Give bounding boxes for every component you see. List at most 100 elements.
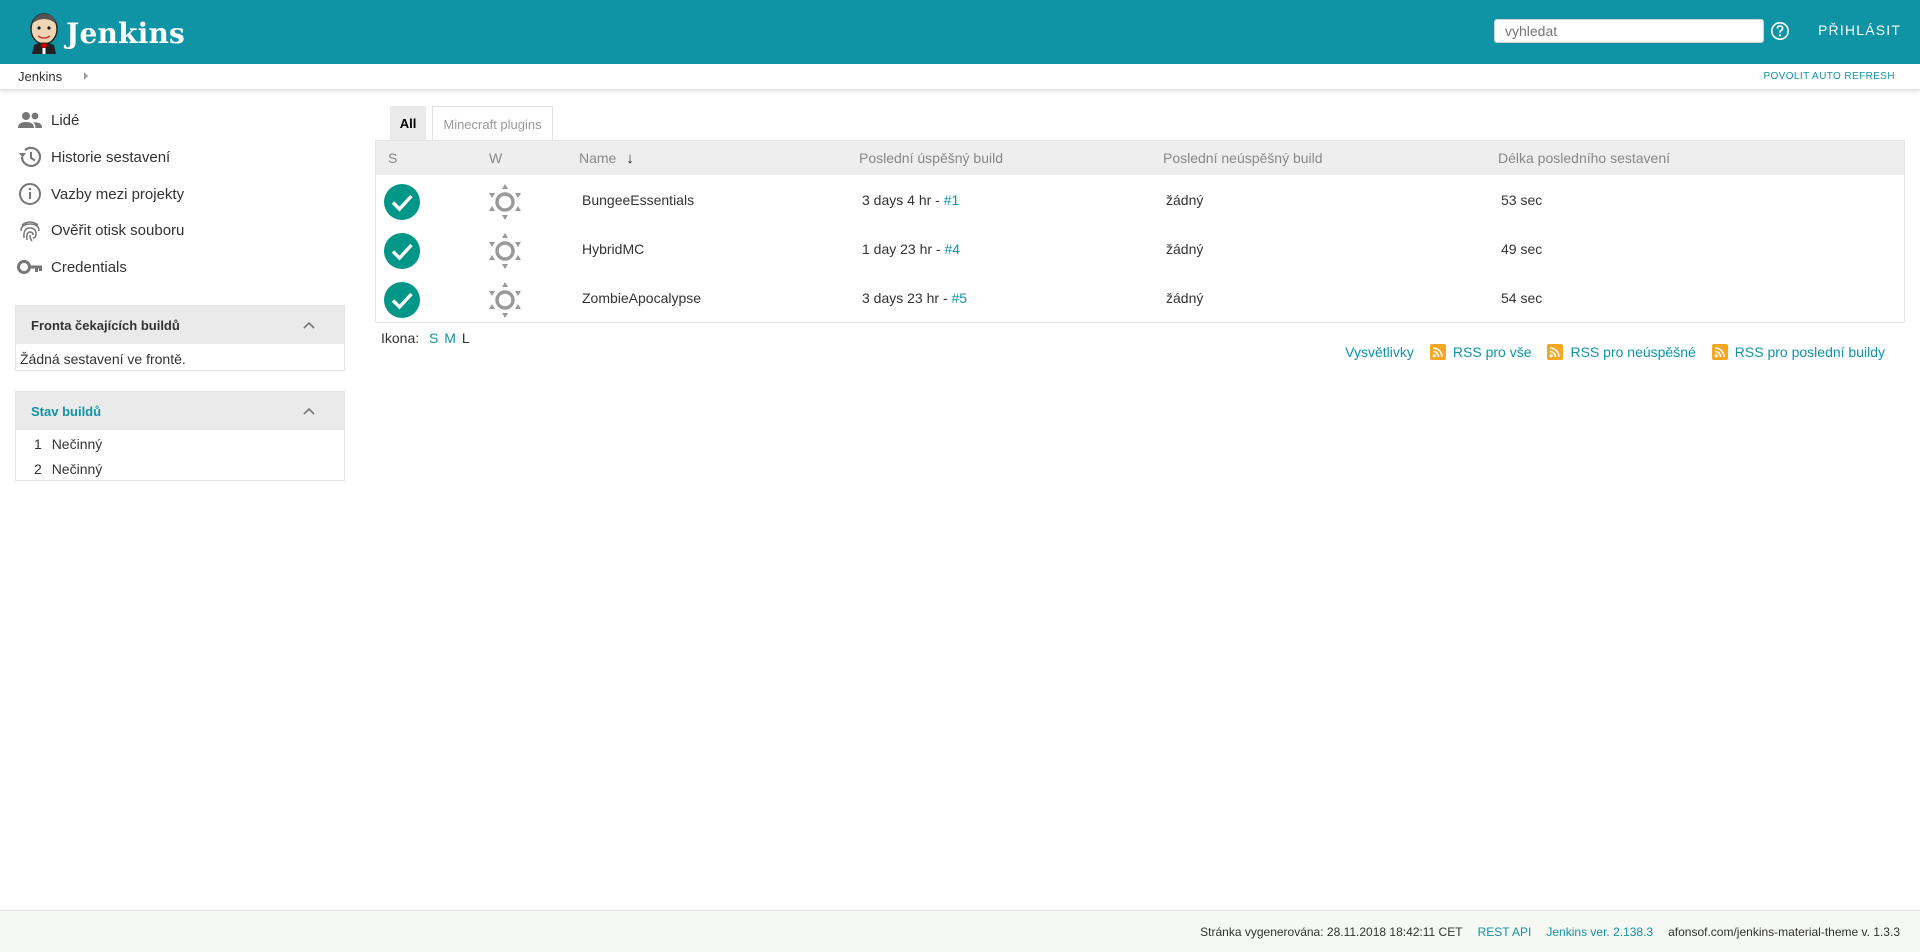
last-duration-cell: 49 sec xyxy=(1501,241,1543,257)
breadcrumb-arrow-icon[interactable] xyxy=(84,72,88,80)
icon-size-label: Ikona: xyxy=(381,330,420,346)
build-queue-header: Fronta čekajících buildů xyxy=(16,306,344,344)
jenkins-version-link[interactable]: Jenkins ver. 2.138.3 xyxy=(1546,925,1653,939)
jenkins-logo[interactable]: Jenkins xyxy=(26,12,185,54)
rss-failed-label[interactable]: RSS pro neúspěšné xyxy=(1570,344,1695,360)
breadcrumb-bar: Jenkins POVOLIT AUTO REFRESH xyxy=(0,64,1920,90)
table-header: S W Name ↓ Poslední úspěšný build Posled… xyxy=(376,141,1904,175)
info-icon xyxy=(19,183,41,205)
sunny-weather-icon xyxy=(489,184,521,220)
rss-all-link[interactable]: RSS pro vše xyxy=(1429,344,1532,360)
rest-api-link[interactable]: REST API xyxy=(1478,925,1532,939)
table-row: HybridMC 1 day 23 hr - #4 žádný 49 sec xyxy=(376,224,1904,273)
executor-status: Nečinný xyxy=(51,461,103,477)
job-name-link[interactable]: BungeeEssentials xyxy=(582,192,694,208)
brand-name: Jenkins xyxy=(66,16,185,50)
column-header-last-duration[interactable]: Délka posledního sestavení xyxy=(1498,150,1670,166)
jenkins-butler-icon xyxy=(30,13,58,54)
table-row: ZombieApocalypse 3 days 23 hr - #5 žádný… xyxy=(376,273,1904,322)
build-queue-empty: Žádná sestavení ve frontě. xyxy=(20,351,186,367)
sunny-weather-icon xyxy=(489,282,521,318)
rss-icon xyxy=(1429,344,1446,360)
task-check-fingerprint[interactable]: Ověřit otisk souboru xyxy=(16,216,184,244)
executor-row: 2 Nečinný xyxy=(16,455,344,480)
icon-size-small[interactable]: S xyxy=(429,330,438,346)
task-people[interactable]: Lidé xyxy=(16,106,79,134)
theme-credit: afonsof.com/jenkins-material-theme v. 1.… xyxy=(1668,925,1900,939)
rss-failed-link[interactable]: RSS pro neúspěšné xyxy=(1547,344,1696,360)
column-header-name[interactable]: Name ↓ xyxy=(579,150,634,167)
icon-size-selector: Ikona: S M L xyxy=(381,330,470,346)
rss-latest-label[interactable]: RSS pro poslední buildy xyxy=(1735,344,1885,360)
last-success-time: 3 days 4 hr - xyxy=(862,192,944,208)
task-label: Credentials xyxy=(51,258,127,276)
last-duration-cell: 54 sec xyxy=(1501,290,1543,306)
people-icon xyxy=(18,112,42,128)
login-link[interactable]: PŘIHLÁSIT xyxy=(1818,22,1901,38)
rss-icon xyxy=(1711,344,1728,360)
executor-list: 1 Nečinný 2 Nečinný xyxy=(16,430,344,480)
success-icon xyxy=(384,282,420,318)
build-number-link[interactable]: #1 xyxy=(944,192,960,208)
legend-link[interactable]: Vysvětlivky xyxy=(1345,344,1414,360)
footer-content: Stránka vygenerována: 28.11.2018 18:42:1… xyxy=(1185,925,1900,939)
task-project-relationship[interactable]: Vazby mezi projekty xyxy=(16,180,184,208)
help-icon[interactable] xyxy=(1770,21,1790,41)
auto-refresh-link[interactable]: POVOLIT AUTO REFRESH xyxy=(1763,71,1895,82)
job-name-link[interactable]: ZombieApocalypse xyxy=(582,290,701,306)
build-number-link[interactable]: #5 xyxy=(952,290,968,306)
rss-all-label[interactable]: RSS pro vše xyxy=(1453,344,1532,360)
column-header-last-failure[interactable]: Poslední neúspěšný build xyxy=(1163,150,1323,166)
job-name-link[interactable]: HybridMC xyxy=(582,241,644,257)
rss-latest-link[interactable]: RSS pro poslední buildy xyxy=(1711,344,1885,360)
task-label: Historie sestavení xyxy=(51,148,171,166)
table-row: BungeeEssentials 3 days 4 hr - #1 žádný … xyxy=(376,175,1904,224)
collapse-icon[interactable] xyxy=(302,319,316,331)
executor-status-pane: Stav buildů 1 Nečinný 2 Nečinný xyxy=(15,391,345,481)
build-queue-title: Fronta čekajících buildů xyxy=(31,318,180,333)
collapse-icon[interactable] xyxy=(302,405,316,417)
last-success-cell: 3 days 4 hr - #1 xyxy=(862,192,959,208)
search-input[interactable] xyxy=(1494,19,1764,43)
sort-arrow-icon: ↓ xyxy=(626,150,634,167)
fingerprint-icon xyxy=(20,221,40,242)
executor-status-title[interactable]: Stav buildů xyxy=(31,404,101,419)
build-queue-pane: Fronta čekajících buildů Žádná sestavení… xyxy=(15,305,345,371)
rss-icon xyxy=(1547,344,1564,360)
last-success-time: 1 day 23 hr - xyxy=(862,241,945,257)
task-label: Ověřit otisk souboru xyxy=(51,221,185,239)
last-success-time: 3 days 23 hr - xyxy=(862,290,952,306)
column-header-name-label: Name xyxy=(579,150,617,166)
task-credentials[interactable]: Credentials xyxy=(16,253,127,281)
breadcrumb-jenkins[interactable]: Jenkins xyxy=(18,69,62,84)
column-header-last-success[interactable]: Poslední úspěšný build xyxy=(859,150,1003,166)
page-generated-text: Stránka vygenerována: 28.11.2018 18:42:1… xyxy=(1200,925,1463,939)
last-duration-cell: 53 sec xyxy=(1501,192,1543,208)
task-label: Lidé xyxy=(51,111,80,129)
last-success-cell: 1 day 23 hr - #4 xyxy=(862,241,960,257)
key-icon xyxy=(17,260,42,274)
last-failure-cell: žádný xyxy=(1166,192,1204,208)
executor-number: 2 xyxy=(34,461,42,477)
executor-status: Nečinný xyxy=(51,436,103,452)
sunny-weather-icon xyxy=(489,233,521,269)
last-failure-cell: žádný xyxy=(1166,290,1204,306)
projects-table: S W Name ↓ Poslední úspěšný build Posled… xyxy=(375,140,1905,323)
icon-size-large: L xyxy=(461,330,470,346)
legend-links: Vysvětlivky RSS pro vše RSS pro neúspěšn… xyxy=(1345,344,1885,360)
page-header: Jenkins PŘIHLÁSIT xyxy=(0,0,1920,64)
history-icon xyxy=(19,146,42,167)
tab-all[interactable]: All xyxy=(390,106,426,141)
task-build-history[interactable]: Historie sestavení xyxy=(16,143,170,171)
success-icon xyxy=(384,184,420,220)
task-label: Vazby mezi projekty xyxy=(51,185,185,203)
executor-number: 1 xyxy=(34,436,42,452)
build-number-link[interactable]: #4 xyxy=(945,241,961,257)
executor-status-header: Stav buildů xyxy=(16,392,344,430)
column-header-weather[interactable]: W xyxy=(489,150,502,166)
page-footer: Stránka vygenerována: 28.11.2018 18:42:1… xyxy=(0,910,1920,952)
icon-size-medium[interactable]: M xyxy=(444,330,456,346)
tab-minecraft-plugins[interactable]: Minecraft plugins xyxy=(432,106,553,141)
last-success-cell: 3 days 23 hr - #5 xyxy=(862,290,967,306)
column-header-status[interactable]: S xyxy=(388,150,397,166)
